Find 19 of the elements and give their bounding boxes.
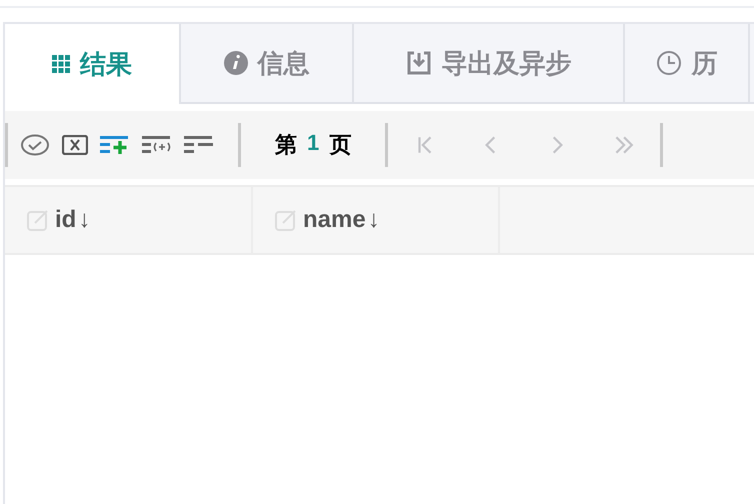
grid-icon [52,55,70,73]
tab[interactable]: 结果 [5,24,181,104]
page-number: 1 [307,130,320,157]
page-label: 页 [329,131,352,159]
remove-row-icon[interactable] [184,135,214,155]
column-header[interactable]: id [55,206,76,234]
clock-icon [656,50,682,76]
check-circle-icon[interactable] [20,134,50,156]
sort-arrow[interactable]: ↓ [368,206,380,234]
page-label: 第 [275,131,297,159]
sort-arrow[interactable]: ↓ [78,206,90,234]
add-row-icon[interactable] [100,135,130,155]
column-header[interactable]: name [303,206,366,234]
insert-row-icon[interactable] [142,135,172,155]
info-icon [224,51,248,75]
close-box-icon[interactable] [62,135,88,155]
edit-icon [275,209,297,231]
download-icon [406,50,432,76]
edit-icon [27,209,49,231]
